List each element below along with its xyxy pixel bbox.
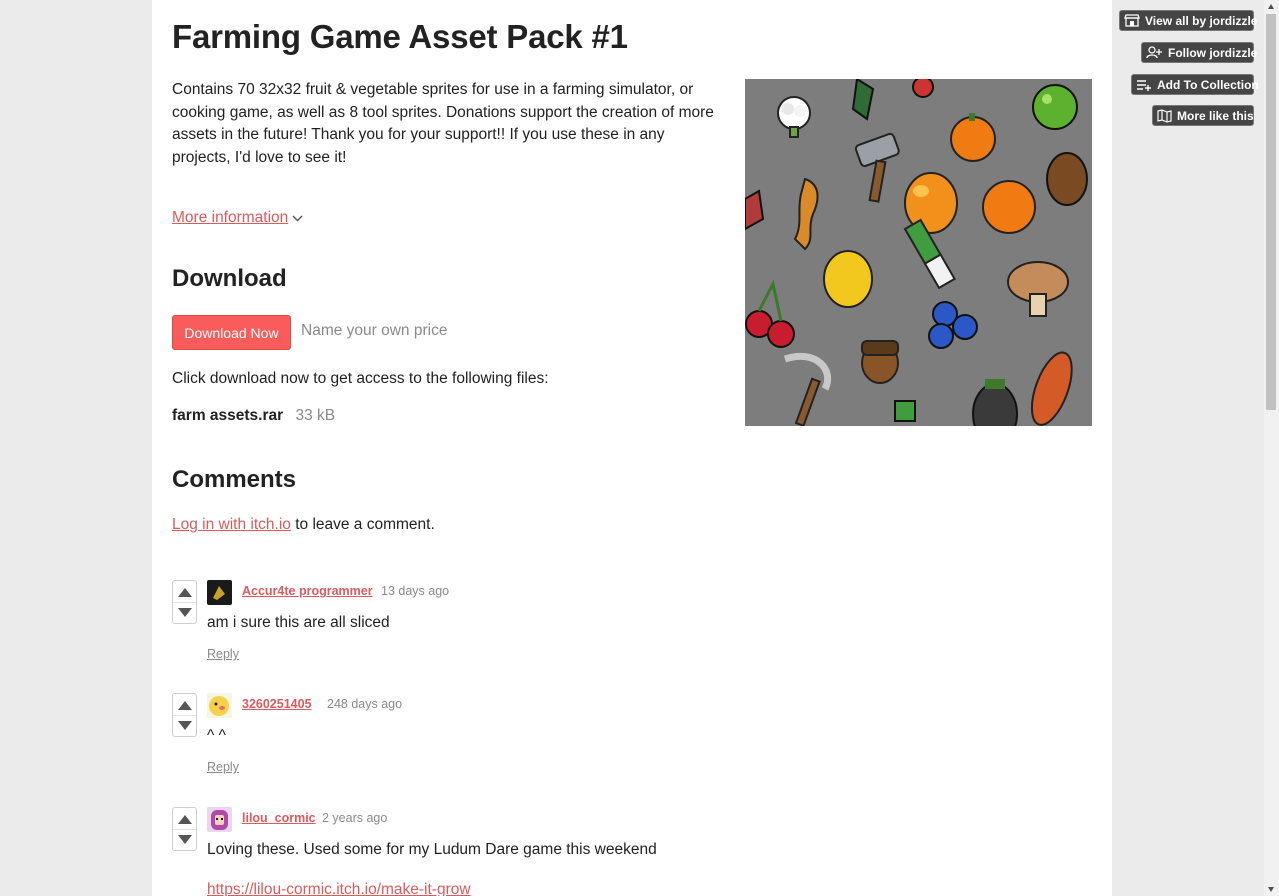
comments-heading: Comments [172,466,297,493]
comment-link[interactable]: https://lilou-cormic.itch.io/make-it-gro… [207,881,471,896]
chevron-down-icon [292,210,303,225]
more-information-link[interactable]: More information [172,209,303,227]
avatar[interactable] [207,693,232,718]
comment-body: am i sure this are all sliced [207,614,390,631]
view-all-button[interactable]: View all by jordizzle [1119,10,1258,31]
reply-link[interactable]: Reply [207,760,239,774]
comment-time: 2 years ago [322,811,388,825]
scroll-up-icon[interactable] [1268,4,1274,9]
comment-author[interactable]: lilou_cormic [242,811,316,825]
file-row: farm assets.rar 33 kB [172,407,335,425]
scrollbar-thumb[interactable] [1266,14,1276,410]
more-like-label: More like this [1177,108,1254,123]
add-to-list-icon [1137,79,1151,91]
downvote-icon[interactable] [178,721,192,730]
upvote-icon[interactable] [178,588,192,597]
more-information-label: More information [172,209,289,226]
vote-box [172,807,197,851]
scroll-down-icon[interactable] [1268,887,1274,892]
downvote-icon[interactable] [178,608,192,617]
game-screenshot[interactable] [745,79,1092,426]
add-to-collection-button[interactable]: Add To Collection [1131,74,1259,95]
login-prompt: Log in with itch.io to leave a comment. [172,516,435,534]
game-page: Farming Game Asset Pack #1 Contains 70 3… [152,0,1112,896]
file-size: 33 kB [295,407,336,424]
page-title: Farming Game Asset Pack #1 [172,18,628,55]
comment-time: 248 days ago [327,697,403,711]
fruit-vegetable-sprites-image [745,79,1092,426]
upvote-icon[interactable] [178,701,192,710]
file-name: farm assets.rar [172,407,284,424]
yellow-face-avatar-icon [207,693,232,718]
login-link[interactable]: Log in with itch.io [172,516,291,533]
comment-author[interactable]: Accur4te programmer [242,584,373,598]
vote-box [172,693,197,737]
price-note: Name your own price [301,322,448,339]
dark-avatar-icon [207,580,232,605]
vote-box [172,580,197,624]
pink-hair-avatar-icon [207,807,232,832]
vote-divider [173,715,196,716]
follow-button[interactable]: Follow jordizzle [1141,42,1258,63]
comment-body: Loving these. Used some for my Ludum Dar… [207,841,657,858]
files-intro-text: Click download now to get access to the … [172,370,549,387]
game-description: Contains 70 32x32 fruit & vegetable spri… [172,81,714,166]
vote-divider [173,602,196,603]
reply-link[interactable]: Reply [207,647,239,661]
upvote-icon[interactable] [178,815,192,824]
vote-divider [173,829,196,830]
avatar[interactable] [207,807,232,832]
view-all-label: View all by jordizzle [1145,13,1258,28]
add-collection-label: Add To Collection [1157,77,1259,92]
comment-time: 13 days ago [381,584,450,598]
download-now-button[interactable]: Download Now [172,315,291,350]
login-suffix: to leave a comment. [290,516,435,533]
downvote-icon[interactable] [178,835,192,844]
comment-body: ^ ^ [207,727,226,744]
itchio-store-icon [1124,14,1140,27]
follow-label: Follow jordizzle [1168,45,1258,60]
more-like-this-button[interactable]: More like this [1152,105,1254,126]
avatar[interactable] [207,580,232,605]
download-heading: Download [172,265,287,292]
add-user-icon [1146,46,1162,59]
map-icon [1157,108,1172,123]
page-scrollbar[interactable] [1264,0,1279,896]
comment-author[interactable]: 3260251405 [242,697,312,711]
